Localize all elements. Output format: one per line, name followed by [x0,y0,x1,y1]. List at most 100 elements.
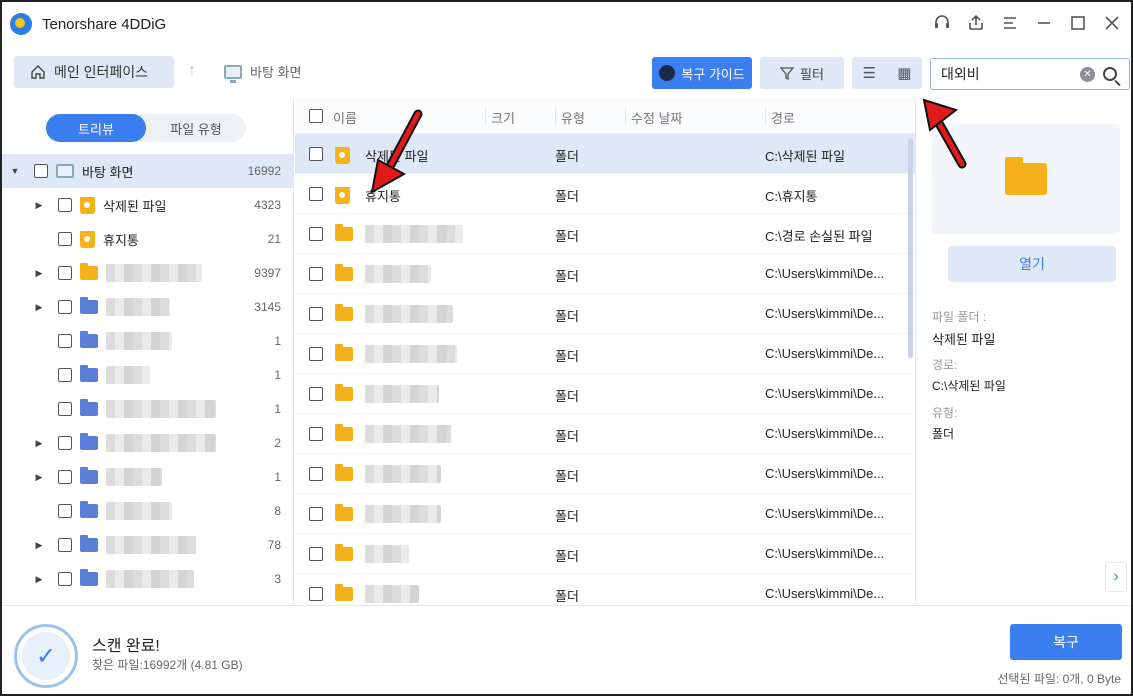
open-button[interactable]: 열기 [948,246,1116,282]
list-view-icon[interactable]: ☰ [863,64,876,82]
tree-item-recycle-bin[interactable]: 휴지통 21 [2,222,293,256]
search-input[interactable]: 대외비 [941,64,1080,84]
tree-item-deleted-files[interactable]: ▶ 삭제된 파일 4323 [2,188,293,222]
tree-checkbox[interactable] [58,538,72,552]
tree-item[interactable]: ▶ 9397 [2,256,293,290]
file-row[interactable]: 폴더 C:\Users\kimmi\De... [295,294,915,334]
row-checkbox[interactable] [309,387,323,401]
row-checkbox[interactable] [309,227,323,241]
tree-count: 1 [274,334,281,348]
grid-view-icon[interactable]: ▦ [897,64,911,82]
chevron-right-icon[interactable]: › [1105,562,1127,592]
expand-caret-icon[interactable]: ▶ [34,574,44,585]
row-checkbox[interactable] [309,547,323,561]
list-scrollbar[interactable] [908,138,913,358]
tree-item[interactable]: ▶ 3145 [2,290,293,324]
file-row[interactable]: 폴더 C:\Users\kimmi\De... [295,454,915,494]
blurred-name [365,385,439,403]
file-row[interactable]: 폴더 C:\경로 손실된 파일 [295,214,915,254]
tree-checkbox[interactable] [58,504,72,518]
expand-caret-icon[interactable]: ▼ [10,166,20,176]
breadcrumb[interactable]: 바탕 화면 [224,62,301,83]
tree-checkbox[interactable] [58,470,72,484]
menu-icon[interactable] [999,10,1021,36]
file-row[interactable]: 폴더 C:\Users\kimmi\De... [295,494,915,534]
tree-checkbox[interactable] [58,334,72,348]
share-upload-icon[interactable] [965,10,987,36]
main-interface-button[interactable]: 메인 인터페이스 [14,56,174,88]
expand-caret-icon[interactable]: ▶ [34,200,44,211]
folder-tree: ▼ 바탕 화면 16992 ▶ 삭제된 파일 4323 휴지통 21 ▶ 939… [2,154,293,596]
tree-item[interactable]: ▶ 2 [2,426,293,460]
blurred-name [365,225,463,243]
minimize-icon[interactable] [1033,10,1055,36]
up-arrow-icon[interactable]: ↑ [188,62,196,80]
blurred-name [106,468,162,486]
tree-item[interactable]: 1 [2,392,293,426]
file-row[interactable]: 폴더 C:\Users\kimmi\De... [295,414,915,454]
tree-checkbox[interactable] [58,368,72,382]
tree-item[interactable]: 1 [2,324,293,358]
file-row[interactable]: 폴더 C:\Users\kimmi\De... [295,254,915,294]
expand-caret-icon[interactable]: ▶ [34,438,44,449]
column-path[interactable]: 경로 [771,108,795,127]
row-checkbox[interactable] [309,307,323,321]
recovery-guide-button[interactable]: 복구 가이드 [652,57,752,89]
row-checkbox[interactable] [309,587,323,601]
expand-caret-icon[interactable]: ▶ [34,540,44,551]
folder-icon [80,365,98,382]
tree-checkbox[interactable] [34,164,48,178]
row-checkbox[interactable] [309,147,323,161]
expand-caret-icon[interactable]: ▶ [34,268,44,279]
column-divider [485,108,486,124]
tab-tree-view[interactable]: 트리뷰 [46,114,146,142]
tree-item[interactable]: ▶ 78 [2,528,293,562]
blurred-name [365,265,431,283]
search-icon[interactable] [1103,67,1117,81]
tree-item[interactable]: ▶ 1 [2,460,293,494]
tab-file-type[interactable]: 파일 유형 [146,114,246,142]
tree-item[interactable]: 8 [2,494,293,528]
close-icon[interactable] [1101,10,1123,36]
file-row[interactable]: 폴더 C:\Users\kimmi\De... [295,374,915,414]
clear-search-icon[interactable]: ✕ [1080,66,1095,82]
tree-checkbox[interactable] [58,266,72,280]
file-row[interactable]: 폴더 C:\Users\kimmi\De... [295,574,915,604]
row-checkbox[interactable] [309,347,323,361]
blurred-name [365,305,453,323]
window-controls [931,10,1123,36]
maximize-icon[interactable] [1067,10,1089,36]
row-checkbox[interactable] [309,427,323,441]
column-name[interactable]: 이름 [333,108,357,127]
tree-checkbox[interactable] [58,436,72,450]
scan-complete-badge: ✓ [14,624,78,688]
row-checkbox[interactable] [309,467,323,481]
tree-item[interactable]: 1 [2,358,293,392]
tree-checkbox[interactable] [58,402,72,416]
tree-checkbox[interactable] [58,300,72,314]
column-type[interactable]: 유형 [561,108,585,127]
support-headset-icon[interactable] [931,10,953,36]
folder-icon [80,569,98,586]
tree-checkbox[interactable] [58,572,72,586]
search-box[interactable]: 대외비 ✕ [930,58,1130,90]
column-modified[interactable]: 수정 날짜 [631,108,682,127]
row-checkbox[interactable] [309,267,323,281]
recycle-bin-icon [335,187,350,204]
tree-checkbox[interactable] [58,198,72,212]
tree-item[interactable]: ▶ 3 [2,562,293,596]
recover-button[interactable]: 복구 [1010,624,1122,660]
filter-button[interactable]: 필터 [760,57,844,89]
file-row[interactable]: 폴더 C:\Users\kimmi\De... [295,534,915,574]
column-size[interactable]: 크기 [491,108,515,127]
expand-caret-icon[interactable]: ▶ [34,472,44,483]
file-row[interactable]: 폴더 C:\Users\kimmi\De... [295,334,915,374]
expand-caret-icon[interactable]: ▶ [34,302,44,313]
folder-icon [80,433,98,450]
tree-count: 21 [267,232,281,246]
tree-checkbox[interactable] [58,232,72,246]
row-checkbox[interactable] [309,507,323,521]
tree-root-desktop[interactable]: ▼ 바탕 화면 16992 [2,154,293,188]
row-checkbox[interactable] [309,187,323,201]
select-all-checkbox[interactable] [309,109,323,123]
